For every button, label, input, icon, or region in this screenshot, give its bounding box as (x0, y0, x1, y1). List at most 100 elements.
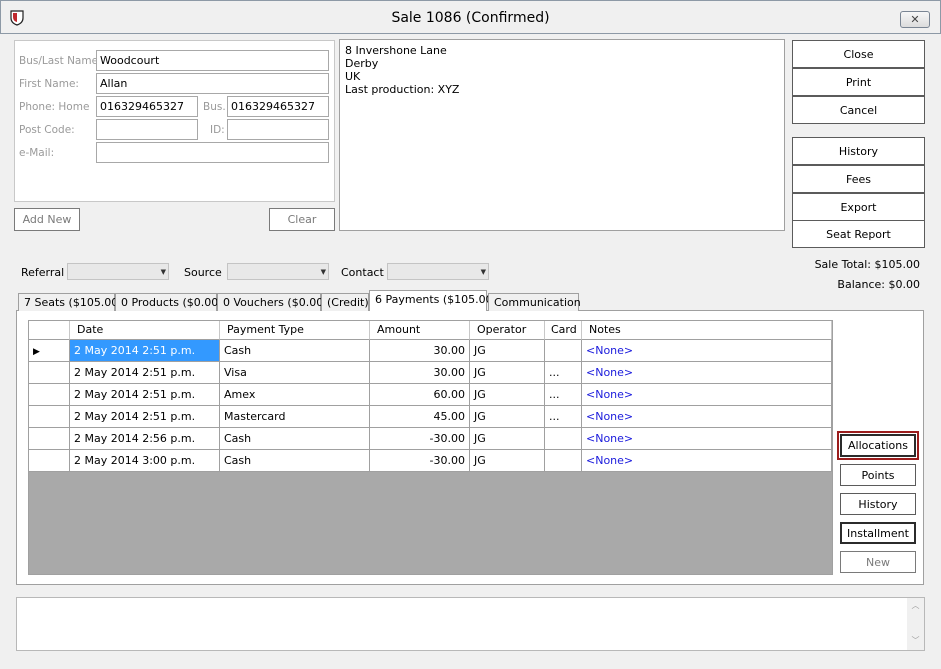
phone-home-label: Phone: Home (19, 101, 90, 113)
scroll-down-icon[interactable]: ﹀ (907, 635, 924, 646)
cell-date[interactable]: 2 May 2014 2:51 p.m. (70, 384, 220, 406)
cell-card[interactable] (545, 450, 582, 472)
source-select[interactable]: ▼ (227, 263, 329, 280)
export-button[interactable]: Export (792, 193, 925, 221)
phone-home-input[interactable]: 016329465327 (96, 96, 198, 117)
cell-amount[interactable]: -30.00 (370, 428, 470, 450)
row-header[interactable] (29, 406, 70, 428)
cell-card[interactable]: ... (545, 406, 582, 428)
scrollbar[interactable]: ︿ ﹀ (907, 598, 924, 650)
cell-notes[interactable]: <None> (582, 406, 832, 428)
cell-notes[interactable]: <None> (582, 362, 832, 384)
cell-card[interactable]: ... (545, 384, 582, 406)
bus-phone-label: Bus. (203, 101, 226, 113)
cell-operator[interactable]: JG (470, 450, 545, 472)
cell-operator[interactable]: JG (470, 406, 545, 428)
cell-operator[interactable]: JG (470, 428, 545, 450)
tab-credit[interactable]: (Credit) (321, 293, 369, 311)
tab-seats[interactable]: 7 Seats ($105.00) (18, 293, 123, 311)
grid-corner (29, 321, 70, 340)
row-header[interactable] (29, 450, 70, 472)
close-button[interactable]: Close (792, 40, 925, 68)
address-line: Last production: XYZ (345, 83, 460, 96)
clear-button[interactable]: Clear (269, 208, 335, 231)
post-code-input[interactable] (96, 119, 198, 140)
cell-payment-type[interactable]: Cash (220, 340, 370, 362)
contact-select[interactable]: ▼ (387, 263, 489, 280)
address-line: Derby (345, 57, 379, 70)
column-header-date[interactable]: Date (70, 321, 220, 340)
column-header-card[interactable]: Card (545, 321, 582, 340)
cell-date[interactable]: 2 May 2014 2:51 p.m. (70, 406, 220, 428)
column-header-operator[interactable]: Operator (470, 321, 545, 340)
cell-operator[interactable]: JG (470, 384, 545, 406)
address-line: UK (345, 70, 361, 83)
scroll-up-icon[interactable]: ︿ (907, 600, 924, 611)
cell-notes[interactable]: <None> (582, 384, 832, 406)
cell-card[interactable] (545, 340, 582, 362)
column-header-payment-type[interactable]: Payment Type (220, 321, 370, 340)
cell-notes[interactable]: <None> (582, 428, 832, 450)
tab-communication[interactable]: Communication (488, 293, 581, 311)
tab-payments[interactable]: 6 Payments ($105.00) (369, 290, 497, 311)
cell-date[interactable]: 2 May 2014 2:51 p.m. (70, 340, 220, 362)
allocations-button[interactable]: Allocations (837, 431, 919, 460)
payment-history-button[interactable]: History (840, 493, 916, 515)
first-name-input[interactable]: Allan (96, 73, 329, 94)
cell-operator[interactable]: JG (470, 340, 545, 362)
cell-amount[interactable]: 45.00 (370, 406, 470, 428)
cell-date[interactable]: 2 May 2014 2:56 p.m. (70, 428, 220, 450)
id-input[interactable] (227, 119, 329, 140)
cell-payment-type[interactable]: Mastercard (220, 406, 370, 428)
history-button[interactable]: History (792, 137, 925, 165)
cell-amount[interactable]: 30.00 (370, 362, 470, 384)
bus-last-name-label: Bus/Last Name: (19, 55, 102, 67)
post-code-label: Post Code: (19, 124, 75, 136)
cell-operator[interactable]: JG (470, 362, 545, 384)
column-header-notes[interactable]: Notes (582, 321, 832, 340)
cell-amount[interactable]: 60.00 (370, 384, 470, 406)
cell-notes[interactable]: <None> (582, 450, 832, 472)
notes-textarea[interactable] (16, 597, 925, 651)
cell-payment-type[interactable]: Amex (220, 384, 370, 406)
new-payment-button[interactable]: New (840, 551, 916, 573)
bus-last-name-input[interactable]: Woodcourt (96, 50, 329, 71)
cell-date[interactable]: 2 May 2014 2:51 p.m. (70, 362, 220, 384)
column-header-amount[interactable]: Amount (370, 321, 470, 340)
cell-payment-type[interactable]: Visa (220, 362, 370, 384)
tab-vouchers[interactable]: 0 Vouchers ($0.00) (217, 293, 327, 311)
fees-button[interactable]: Fees (792, 165, 925, 193)
address-panel: 8 Invershone Lane Derby UK Last producti… (339, 39, 785, 231)
close-icon: ✕ (910, 13, 920, 26)
cell-card[interactable]: ... (545, 362, 582, 384)
window-title: Sale 1086 (Confirmed) (391, 10, 550, 26)
cell-amount[interactable]: -30.00 (370, 450, 470, 472)
row-header[interactable] (29, 362, 70, 384)
referral-label: Referral (21, 266, 65, 279)
add-new-button[interactable]: Add New (14, 208, 80, 231)
print-button[interactable]: Print (792, 68, 925, 96)
cell-payment-type[interactable]: Cash (220, 428, 370, 450)
bus-phone-input[interactable]: 016329465327 (227, 96, 329, 117)
seat-report-button[interactable]: Seat Report (792, 220, 925, 248)
cell-payment-type[interactable]: Cash (220, 450, 370, 472)
points-button[interactable]: Points (840, 464, 916, 486)
row-header[interactable] (29, 384, 70, 406)
id-label: ID: (210, 124, 225, 136)
tab-products[interactable]: 0 Products ($0.00) (115, 293, 223, 311)
current-row-arrow-icon: ▶ (33, 347, 40, 357)
cancel-button[interactable]: Cancel (792, 96, 925, 124)
referral-select[interactable]: ▼ (67, 263, 169, 280)
cell-date[interactable]: 2 May 2014 3:00 p.m. (70, 450, 220, 472)
first-name-label: First Name: (19, 78, 79, 90)
row-header[interactable]: ▶ (29, 340, 70, 362)
chevron-down-icon: ▼ (320, 268, 326, 276)
chevron-down-icon: ▼ (480, 268, 486, 276)
email-input[interactable] (96, 142, 329, 163)
cell-amount[interactable]: 30.00 (370, 340, 470, 362)
close-window-button[interactable]: ✕ (900, 11, 930, 28)
installment-button[interactable]: Installment (840, 522, 916, 544)
row-header[interactable] (29, 428, 70, 450)
cell-card[interactable] (545, 428, 582, 450)
cell-notes[interactable]: <None> (582, 340, 832, 362)
